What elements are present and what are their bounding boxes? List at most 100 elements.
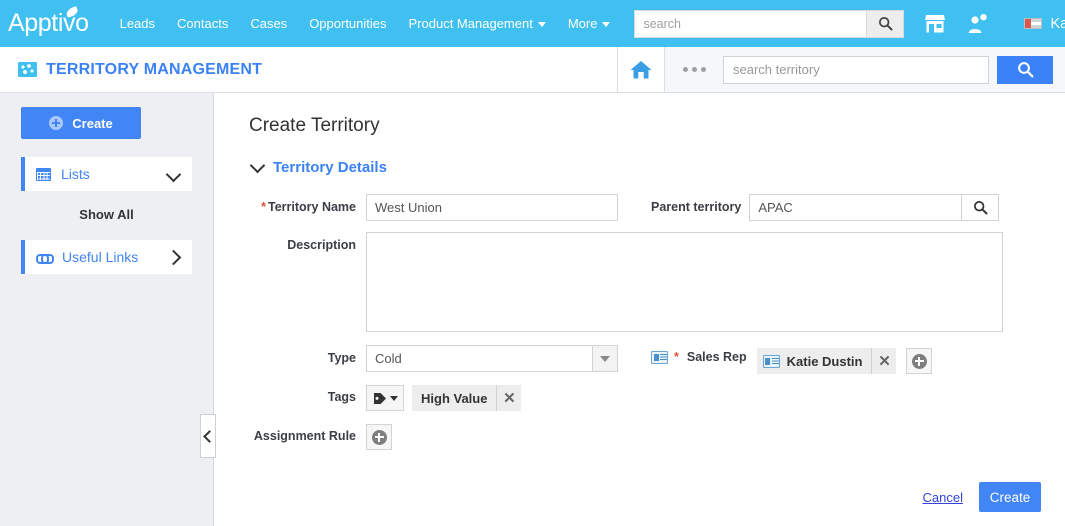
- nav-label: Opportunities: [309, 16, 387, 31]
- nav-item-opportunities[interactable]: Opportunities: [298, 10, 397, 37]
- tag-chip[interactable]: High Value ✕: [412, 385, 522, 411]
- more-options-button[interactable]: [665, 47, 723, 92]
- apptivo-logo[interactable]: Apptivo: [8, 6, 91, 38]
- plus-icon: [911, 353, 927, 369]
- main-nav-items: Leads Contacts Cases Opportunities Produ…: [109, 10, 622, 37]
- sales-rep-chip-label: Katie Dustin: [786, 353, 863, 369]
- tags-label: Tags: [234, 385, 366, 404]
- app-window: Apptivo Leads Contacts Cases Opportuniti…: [0, 0, 1065, 526]
- plus-icon: [371, 429, 387, 445]
- app-title-area: TERRITORY MANAGEMENT: [0, 47, 618, 92]
- top-navigation-bar: Apptivo Leads Contacts Cases Opportuniti…: [0, 0, 1065, 47]
- remove-sales-rep-button[interactable]: ✕: [871, 348, 896, 374]
- global-search-button[interactable]: [866, 9, 905, 38]
- show-all-label: Show All: [79, 207, 134, 222]
- sidebar-item-label: Lists: [61, 166, 90, 182]
- form-row-assignment-rule: Assignment Rule: [214, 424, 1065, 450]
- contact-card-icon: [762, 354, 780, 368]
- user-notification-icon[interactable]: [966, 13, 988, 34]
- type-select-value: Cold: [375, 351, 402, 366]
- form-row-type-salesrep: Type Cold * Sales Rep Katie Dustin ✕: [214, 345, 1065, 374]
- parent-territory-label: Parent territory: [651, 194, 749, 214]
- contact-card-icon: [651, 350, 668, 364]
- global-search-input[interactable]: [634, 9, 867, 38]
- main-content: Create Territory Territory Details * Terr…: [214, 93, 1065, 526]
- tags-dropdown-button[interactable]: [366, 385, 404, 411]
- required-asterisk: *: [674, 350, 679, 364]
- label-text: Tags: [327, 390, 356, 404]
- chevron-down-icon: [389, 395, 398, 401]
- add-sales-rep-button[interactable]: [906, 348, 933, 374]
- chevron-left-icon: [202, 429, 216, 443]
- create-button-label: Create: [989, 489, 1031, 505]
- nav-item-more[interactable]: More: [557, 10, 622, 37]
- store-icon[interactable]: [924, 14, 946, 34]
- label-text: Territory Name: [268, 200, 356, 214]
- nav-item-cases[interactable]: Cases: [239, 10, 298, 37]
- territory-name-input[interactable]: [366, 194, 618, 221]
- page-body: Create Lists Show All Useful Links Creat…: [0, 93, 1065, 526]
- form-row-name-parent: *Territory Name Parent territory: [214, 194, 1065, 221]
- search-icon: [878, 16, 893, 31]
- sales-rep-group: * Sales Rep Katie Dustin ✕: [651, 345, 933, 374]
- type-select[interactable]: Cold: [366, 345, 618, 372]
- sidebar-item-lists[interactable]: Lists: [21, 157, 192, 191]
- nav-label: More: [567, 16, 598, 31]
- user-menu[interactable]: Katie Dustin: [1024, 16, 1065, 32]
- sidebar-create-label: Create: [72, 115, 113, 131]
- app-sub-header: TERRITORY MANAGEMENT: [0, 47, 1065, 93]
- assignment-rule-label: Assignment Rule: [234, 424, 366, 443]
- section-header-territory-details[interactable]: Territory Details: [249, 157, 1065, 176]
- form-row-tags: Tags High Value ✕: [214, 385, 1065, 411]
- cancel-link[interactable]: Cancel: [923, 490, 963, 505]
- territory-search-area: [723, 47, 1065, 92]
- sidebar-show-all[interactable]: Show All: [0, 207, 213, 222]
- sidebar-collapse-handle[interactable]: [200, 414, 216, 458]
- search-icon: [973, 200, 988, 215]
- section-title: Territory Details: [273, 159, 387, 176]
- parent-territory-input[interactable]: [749, 194, 962, 221]
- label-text: Assignment Rule: [253, 429, 356, 443]
- sales-rep-label: * Sales Rep: [651, 345, 757, 364]
- dot: [682, 67, 688, 72]
- nav-item-product-management[interactable]: Product Management: [398, 10, 557, 37]
- grid-icon: [36, 167, 51, 181]
- description-textarea[interactable]: [366, 232, 1003, 332]
- nav-item-leads[interactable]: Leads: [109, 10, 166, 37]
- chevron-down-icon: [165, 166, 182, 182]
- required-asterisk: *: [261, 200, 266, 214]
- app-title: TERRITORY MANAGEMENT: [46, 60, 263, 78]
- type-label: Type: [234, 345, 366, 365]
- label-text: Description: [287, 238, 356, 252]
- nav-label: Cases: [250, 16, 288, 31]
- territory-search-input[interactable]: [723, 55, 989, 84]
- sales-rep-chip[interactable]: Katie Dustin ✕: [756, 348, 897, 374]
- top-right-icons: Katie Dustin: [924, 13, 1065, 34]
- nav-label: Contacts: [177, 16, 229, 31]
- dot: [691, 67, 697, 72]
- left-sidebar: Create Lists Show All Useful Links: [0, 93, 214, 526]
- add-assignment-rule-button[interactable]: [366, 424, 392, 450]
- chevron-down-icon: [537, 22, 546, 28]
- label-text: Type: [327, 351, 356, 365]
- remove-tag-button[interactable]: ✕: [496, 385, 521, 411]
- search-icon: [1017, 62, 1033, 78]
- user-name-label: Katie Dustin: [1050, 15, 1065, 32]
- sidebar-create-button[interactable]: Create: [21, 107, 141, 139]
- parent-territory-search-button[interactable]: [961, 194, 1000, 221]
- create-button[interactable]: Create: [979, 482, 1041, 512]
- globe-icon: [18, 62, 37, 77]
- global-search: [634, 9, 905, 38]
- dot: [700, 67, 706, 72]
- sidebar-item-label: Useful Links: [62, 249, 139, 265]
- sidebar-item-useful-links[interactable]: Useful Links: [21, 240, 192, 274]
- home-button[interactable]: [618, 47, 665, 92]
- chevron-right-icon: [165, 249, 182, 265]
- description-label: Description: [234, 232, 366, 252]
- tag-chip-label: High Value: [421, 390, 488, 406]
- nav-label: Product Management: [408, 16, 533, 31]
- nav-item-contacts[interactable]: Contacts: [166, 10, 239, 37]
- nav-label: Leads: [119, 16, 156, 31]
- form-actions: Cancel Create: [923, 482, 1041, 512]
- territory-search-button[interactable]: [997, 55, 1053, 84]
